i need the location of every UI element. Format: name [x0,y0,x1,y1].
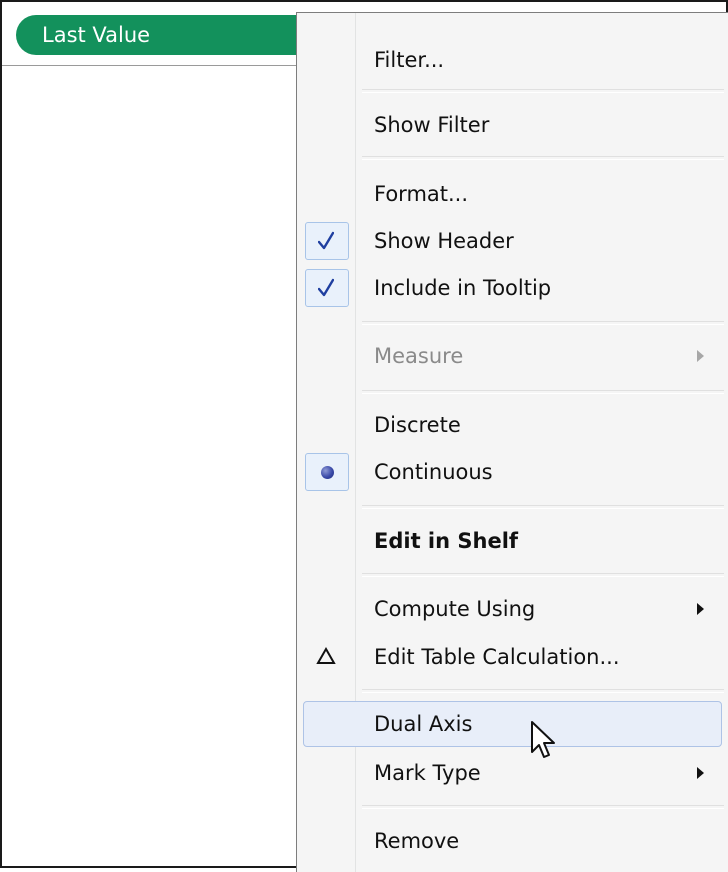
menu-item-remove[interactable]: Remove [303,818,722,864]
radio-dot-icon [321,466,334,479]
menu-item-label: Edit in Shelf [374,529,519,553]
menu-item-discrete[interactable]: Discrete [303,402,722,448]
menu-item-edit-in-shelf[interactable]: Edit in Shelf [303,518,722,564]
menu-item-filter[interactable]: Filter... [303,37,722,83]
menu-item-label: Mark Type [374,761,481,785]
menu-item-label: Edit Table Calculation... [374,645,620,669]
menu-item-compute-using[interactable]: Compute Using [303,586,722,632]
menu-separator [362,505,724,509]
menu-item-label: Include in Tooltip [374,276,552,300]
menu-item-show-header[interactable]: Show Header [303,218,722,264]
menu-item-dual-axis[interactable]: Dual Axis [303,701,722,747]
menu-item-edit-table-calculation[interactable]: Edit Table Calculation... [303,634,722,680]
submenu-arrow-icon [697,350,704,362]
menu-item-label: Filter... [374,48,445,72]
radio-selected [305,453,349,491]
submenu-arrow-icon [697,767,704,779]
check-icon [318,231,334,250]
menu-separator [362,156,724,160]
menu-item-label: Show Filter [374,113,490,137]
menu-item-label: Show Header [374,229,514,253]
menu-item-label: Compute Using [374,597,536,621]
shelf-divider [2,65,302,66]
menu-item-mark-type[interactable]: Mark Type [303,750,722,796]
submenu-arrow-icon [697,603,704,615]
menu-item-include-in-tooltip[interactable]: Include in Tooltip [303,265,722,311]
menu-separator [362,689,724,693]
context-menu: Filter... Show Filter Format... Show Hea… [296,12,728,872]
menu-item-label: Discrete [374,413,461,437]
menu-separator [362,805,724,809]
menu-item-measure: Measure [303,333,722,379]
menu-separator [362,390,724,394]
menu-separator [362,321,724,325]
menu-separator [362,89,724,93]
menu-item-label: Remove [374,829,460,853]
menu-item-label: Dual Axis [374,712,473,736]
menu-item-label: Format... [374,182,469,206]
check-icon [318,278,334,297]
menu-item-format[interactable]: Format... [303,171,722,217]
menu-item-show-filter[interactable]: Show Filter [303,102,722,148]
menu-item-continuous[interactable]: Continuous [303,449,722,495]
pill-label: Last Value [42,23,151,47]
checkbox-checked [305,222,349,260]
menu-separator [362,573,724,577]
delta-icon [316,646,336,664]
menu-item-label: Continuous [374,460,493,484]
menu-item-label: Measure [374,344,464,368]
arrow-cursor-icon [531,721,555,758]
checkbox-checked [305,269,349,307]
